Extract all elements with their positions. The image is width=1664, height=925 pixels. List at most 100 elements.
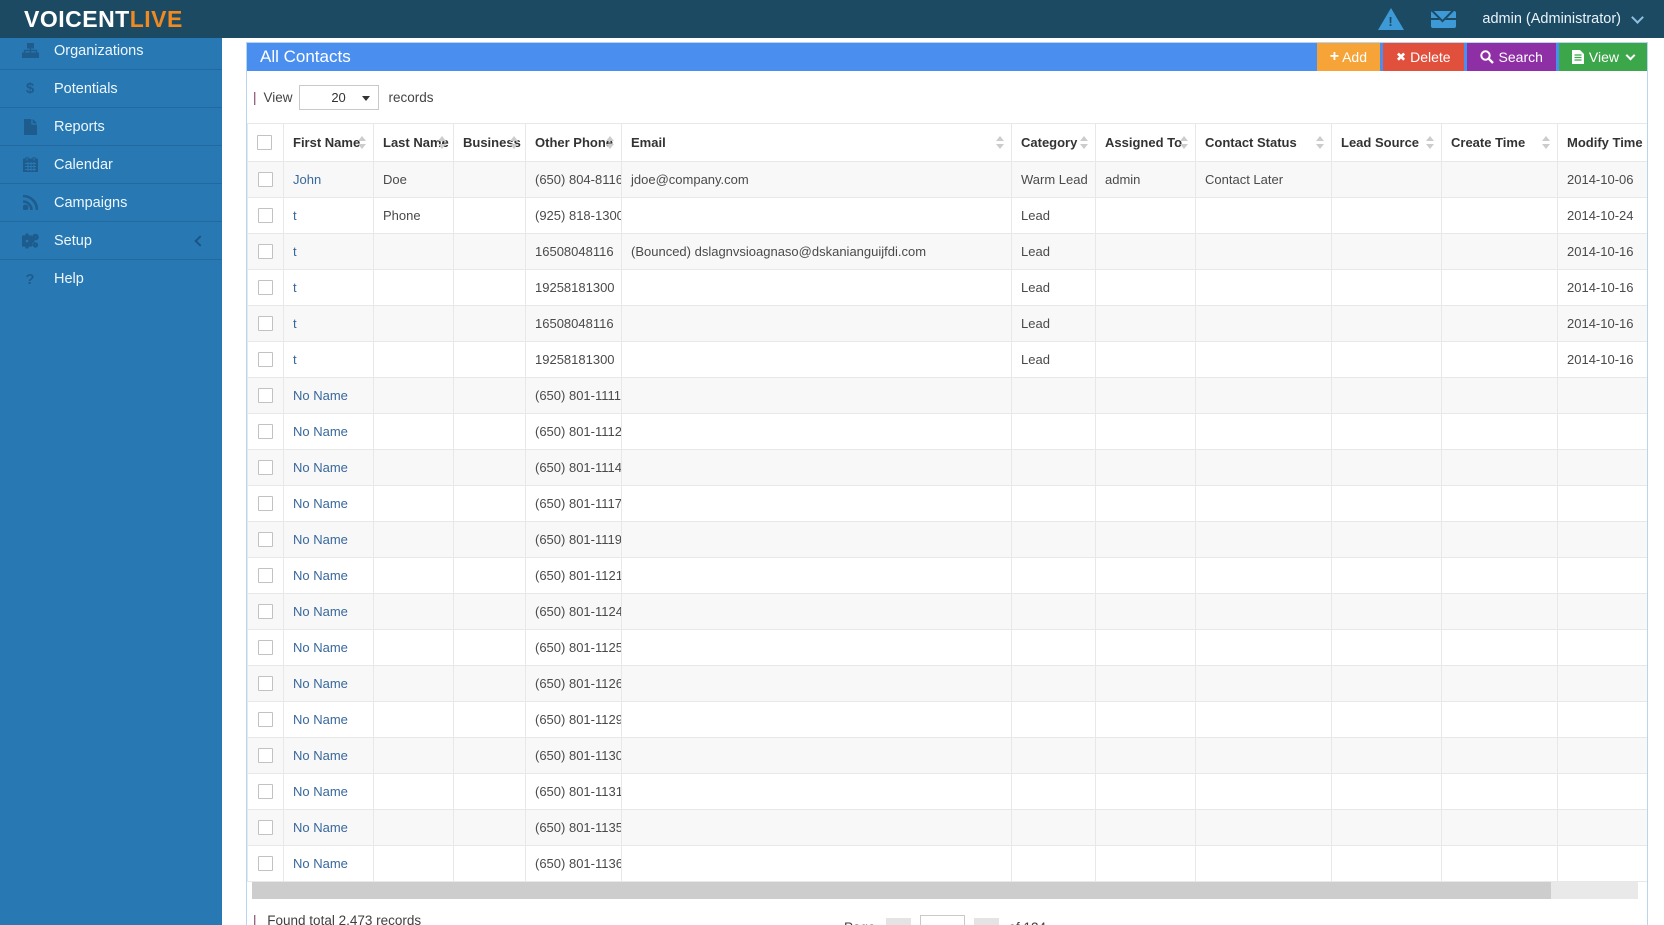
- column-header-last-name[interactable]: Last Name: [373, 123, 454, 162]
- cell-first-name: No Name: [283, 449, 374, 486]
- sidebar-item-calendar[interactable]: Calendar: [0, 146, 222, 184]
- contacts-table: First Name Last Name Business Other Phone Em…: [247, 123, 1647, 882]
- row-checkbox[interactable]: [258, 388, 273, 403]
- row-checkbox[interactable]: [258, 784, 273, 799]
- cell-email: (Bounced) dslagnvsioagnaso@dskanianguijf…: [621, 233, 1012, 270]
- sidebar-item-help[interactable]: ? Help: [0, 260, 222, 298]
- row-checkbox[interactable]: [258, 640, 273, 655]
- row-checkbox[interactable]: [258, 676, 273, 691]
- row-checkbox[interactable]: [258, 820, 273, 835]
- row-checkbox[interactable]: [258, 748, 273, 763]
- row-checkbox-cell: [247, 269, 284, 306]
- sidebar-item-campaigns[interactable]: Campaigns: [0, 184, 222, 222]
- row-checkbox[interactable]: [258, 244, 273, 259]
- delete-button[interactable]: ✖ Delete: [1383, 43, 1464, 71]
- user-menu[interactable]: admin (Administrator): [1482, 10, 1644, 27]
- column-header-modify-time[interactable]: Modify Time: [1557, 123, 1647, 162]
- horizontal-scrollbar-thumb[interactable]: [252, 882, 1551, 899]
- cell-email: [621, 197, 1012, 234]
- records-per-page-select[interactable]: 20: [298, 85, 379, 110]
- cell-create-time: [1441, 809, 1558, 846]
- contact-name-link[interactable]: No Name: [293, 676, 348, 691]
- cell-modify-time: [1557, 845, 1647, 882]
- select-all-checkbox[interactable]: [257, 135, 272, 150]
- cell-create-time: [1441, 161, 1558, 198]
- cell-category: [1011, 665, 1096, 702]
- contact-name-link[interactable]: No Name: [293, 748, 348, 763]
- contact-name-link[interactable]: No Name: [293, 532, 348, 547]
- contact-name-link[interactable]: John: [293, 172, 321, 187]
- contact-name-link[interactable]: No Name: [293, 424, 348, 439]
- column-header-create-time[interactable]: Create Time: [1441, 123, 1558, 162]
- column-header-first-name[interactable]: First Name: [283, 123, 374, 162]
- column-header-other-phone[interactable]: Other Phone: [525, 123, 622, 162]
- contact-name-link[interactable]: t: [293, 352, 297, 367]
- contact-name-link[interactable]: No Name: [293, 820, 348, 835]
- sidebar-item-label: Reports: [54, 118, 105, 135]
- cell-business: [453, 161, 526, 198]
- contact-name-link[interactable]: No Name: [293, 784, 348, 799]
- cell-other-phone: (650) 801-1130: [525, 737, 622, 774]
- column-header-email[interactable]: Email: [621, 123, 1012, 162]
- contact-name-link[interactable]: t: [293, 316, 297, 331]
- table-row: John Doe (650) 804-8116 jdoe@company.com War…: [247, 161, 1647, 198]
- cell-other-phone: (650) 801-1126: [525, 665, 622, 702]
- sidebar-item-potentials[interactable]: $ Potentials: [0, 70, 222, 108]
- cell-lead-source: [1331, 737, 1442, 774]
- pagination: Page ‹ › of 124: [844, 909, 1046, 925]
- search-button[interactable]: Search: [1466, 43, 1556, 71]
- cross-icon: ✖: [1396, 50, 1407, 64]
- row-checkbox[interactable]: [258, 352, 273, 367]
- cell-modify-time: [1557, 773, 1647, 810]
- contact-name-link[interactable]: No Name: [293, 568, 348, 583]
- column-header-lead-source[interactable]: Lead Source: [1331, 123, 1442, 162]
- view-button[interactable]: View: [1558, 43, 1647, 71]
- row-checkbox[interactable]: [258, 496, 273, 511]
- table-header-row: First Name Last Name Business Other Phone Em…: [247, 123, 1647, 162]
- contact-name-link[interactable]: t: [293, 208, 297, 223]
- row-checkbox[interactable]: [258, 532, 273, 547]
- row-checkbox[interactable]: [258, 424, 273, 439]
- cell-business: [453, 233, 526, 270]
- contact-name-link[interactable]: t: [293, 244, 297, 259]
- contact-name-link[interactable]: No Name: [293, 712, 348, 727]
- add-button[interactable]: + Add: [1316, 43, 1381, 71]
- sidebar-item-reports[interactable]: Reports: [0, 108, 222, 146]
- envelope-icon[interactable]: [1430, 6, 1456, 32]
- contact-name-link[interactable]: No Name: [293, 388, 348, 403]
- contact-name-link[interactable]: No Name: [293, 856, 348, 871]
- cell-business: [453, 701, 526, 738]
- column-header-contact-status[interactable]: Contact Status: [1195, 123, 1332, 162]
- row-checkbox[interactable]: [258, 280, 273, 295]
- row-checkbox[interactable]: [258, 604, 273, 619]
- row-checkbox[interactable]: [258, 208, 273, 223]
- contact-name-link[interactable]: No Name: [293, 640, 348, 655]
- contact-name-link[interactable]: t: [293, 280, 297, 295]
- row-checkbox[interactable]: [258, 568, 273, 583]
- warning-icon[interactable]: !: [1378, 6, 1405, 32]
- row-checkbox[interactable]: [258, 172, 273, 187]
- page-input[interactable]: [919, 915, 965, 925]
- row-checkbox[interactable]: [258, 316, 273, 331]
- row-checkbox[interactable]: [258, 460, 273, 475]
- contact-name-link[interactable]: No Name: [293, 460, 348, 475]
- sidebar-item-setup[interactable]: Setup: [0, 222, 222, 260]
- row-checkbox-cell: [247, 737, 284, 774]
- sidebar-item-label: Calendar: [54, 156, 113, 173]
- row-checkbox[interactable]: [258, 856, 273, 871]
- cell-lead-source: [1331, 197, 1442, 234]
- cell-last-name: Phone: [373, 197, 454, 234]
- column-header-category[interactable]: Category: [1011, 123, 1096, 162]
- sidebar-item-organizations[interactable]: Organizations: [0, 38, 222, 70]
- row-checkbox[interactable]: [258, 712, 273, 727]
- contact-name-link[interactable]: No Name: [293, 604, 348, 619]
- chevron-left-icon: [194, 234, 206, 247]
- sort-icon: [1542, 135, 1550, 149]
- cell-last-name: [373, 629, 454, 666]
- prev-page-button[interactable]: ‹: [885, 918, 911, 925]
- cell-contact-status: [1195, 701, 1332, 738]
- column-header-assigned-to[interactable]: Assigned To: [1095, 123, 1196, 162]
- column-header-business[interactable]: Business: [453, 123, 526, 162]
- contact-name-link[interactable]: No Name: [293, 496, 348, 511]
- next-page-button[interactable]: ›: [973, 918, 999, 925]
